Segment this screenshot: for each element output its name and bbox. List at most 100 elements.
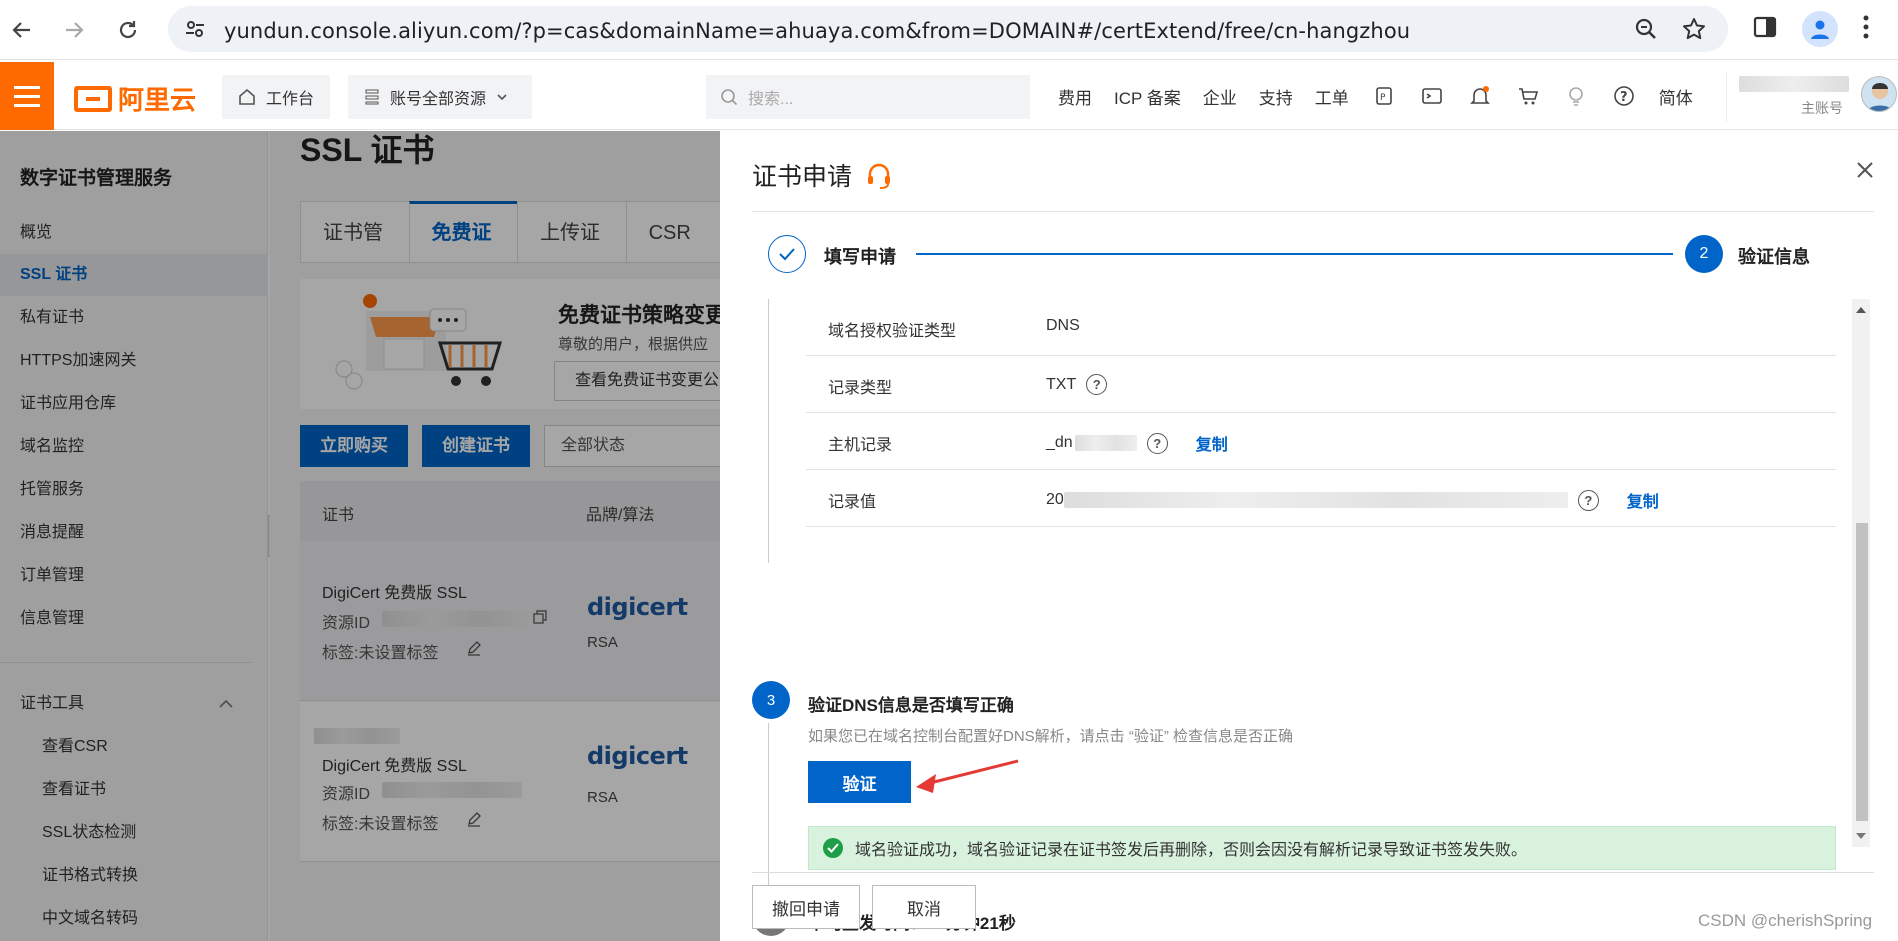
record-value: TXT ? [1046, 374, 1108, 395]
record-value: _dn ? 复制 [1046, 431, 1228, 455]
record-row: 记录类型 TXT ? [806, 356, 1836, 413]
reload-icon[interactable] [110, 12, 146, 48]
help-icon[interactable]: ? [1086, 374, 1108, 395]
scroll-thumb[interactable] [1856, 523, 1868, 821]
resource-selector-label: 账号全部资源 [390, 91, 487, 108]
side-panel-icon[interactable] [1752, 14, 1778, 45]
close-icon[interactable] [1854, 157, 1876, 188]
address-bar[interactable]: yundun.console.aliyun.com/?p=cas&domainN… [168, 6, 1728, 52]
step-1-done [768, 235, 806, 273]
logo-mark-icon [74, 85, 112, 112]
step-vertical-line [768, 723, 769, 888]
modal-overlay[interactable] [0, 131, 720, 941]
svg-text:?: ? [1620, 90, 1628, 105]
api-icon[interactable]: P [1371, 83, 1397, 109]
link-billing[interactable]: 费用 [1058, 84, 1092, 109]
profile-icon[interactable] [1802, 11, 1838, 47]
svg-text:P: P [1380, 93, 1386, 103]
help-icon[interactable]: ? [1146, 432, 1168, 454]
workbench-button[interactable]: 工作台 [222, 75, 331, 119]
link-icp[interactable]: ICP 备案 [1114, 84, 1181, 109]
cert-apply-drawer: 证书申请 填写申请 2 验证信息 域名授权验证类型 DNS 记录类型 TXT ? [720, 131, 1898, 941]
headset-icon[interactable] [864, 160, 894, 190]
account-name-blurred [1739, 76, 1849, 92]
dns-record-table: 域名授权验证类型 DNS 记录类型 TXT ? 主机记录 _dn ? 复制 记录… [806, 299, 1836, 527]
workbench-label: 工作台 [266, 91, 315, 108]
progress-steps: 填写申请 2 验证信息 [768, 231, 1868, 275]
watermark: CSDN @cherishSpring [1698, 911, 1873, 930]
record-row: 域名授权验证类型 DNS [806, 299, 1836, 356]
step-3-title: 验证DNS信息是否填写正确 [808, 696, 1014, 715]
record-key: 主机记录 [828, 437, 893, 454]
step-3-number: 3 [752, 681, 790, 719]
scroll-up-icon[interactable] [1856, 307, 1866, 313]
step-3-description: 如果您已在域名控制台配置好DNS解析，请点击 “验证” 检查信息是否正确 [808, 728, 1293, 745]
record-key: 记录值 [828, 494, 877, 511]
forward-icon[interactable] [56, 12, 92, 48]
bookmark-star-icon[interactable] [1682, 17, 1706, 46]
drawer-title: 证书申请 [752, 157, 894, 193]
step-2-label: 验证信息 [1738, 247, 1810, 267]
step-connector [916, 253, 1673, 255]
browser-menu-icon[interactable] [1862, 14, 1870, 45]
record-value: 20 ? 复制 [1046, 488, 1659, 512]
copy-host-record-button[interactable]: 复制 [1196, 431, 1228, 455]
zoom-icon[interactable] [1634, 17, 1658, 46]
account-menu[interactable]: 主账号 [1726, 72, 1898, 122]
browser-toolbar: yundun.console.aliyun.com/?p=cas&domainN… [0, 0, 1898, 60]
bell-icon[interactable] [1467, 83, 1493, 109]
chevron-down-icon [497, 94, 507, 101]
drawer-scroll-area: 域名授权验证类型 DNS 记录类型 TXT ? 主机记录 _dn ? 复制 记录… [752, 299, 1867, 936]
cancel-button[interactable]: 取消 [872, 885, 976, 929]
host-record-blurred [1074, 435, 1137, 451]
aliyun-logo[interactable]: 阿里云 [74, 80, 196, 117]
cart-icon[interactable] [1515, 83, 1541, 109]
record-key: 域名授权验证类型 [828, 323, 957, 340]
drawer-scrollbar[interactable] [1852, 299, 1870, 847]
record-value-text: TXT [1046, 375, 1077, 393]
home-icon [239, 88, 255, 105]
success-check-icon [823, 838, 843, 858]
site-settings-icon[interactable] [184, 18, 206, 45]
success-message: 域名验证成功，域名验证记录在证书签发后再删除，否则会因没有解析记录导致证书签发失… [855, 842, 1528, 859]
record-key: 记录类型 [828, 380, 893, 397]
menu-icon[interactable] [0, 62, 54, 130]
terminal-icon[interactable] [1419, 83, 1445, 109]
search-icon [721, 89, 738, 106]
record-value-blurred [1063, 492, 1568, 508]
scroll-down-icon[interactable] [1856, 833, 1866, 839]
lightbulb-icon[interactable] [1563, 83, 1589, 109]
header-links: 费用 ICP 备案 企业 支持 工单 P ? 简体 [1058, 62, 1693, 130]
help-icon[interactable]: ? [1577, 489, 1599, 511]
link-ticket[interactable]: 工单 [1315, 84, 1349, 109]
withdraw-button[interactable]: 撤回申请 [752, 885, 860, 929]
copy-record-value-button[interactable]: 复制 [1627, 488, 1659, 512]
success-alert: 域名验证成功，域名验证记录在证书签发后再删除，否则会因没有解析记录导致证书签发失… [808, 826, 1836, 870]
verify-button[interactable]: 验证 [808, 761, 911, 803]
footer-divider [752, 872, 1874, 873]
account-label: 主账号 [1801, 100, 1843, 116]
link-enterprise[interactable]: 企业 [1203, 84, 1237, 109]
avatar[interactable] [1861, 76, 1897, 112]
language-switch[interactable]: 简体 [1659, 84, 1693, 109]
record-value-text: DNS [1046, 317, 1080, 334]
drawer-title-text: 证书申请 [752, 163, 853, 191]
search-placeholder: 搜索... [748, 91, 794, 108]
back-icon[interactable] [4, 12, 40, 48]
record-value: DNS [1046, 317, 1080, 335]
step-vertical-line [768, 299, 769, 563]
console-search[interactable]: 搜索... [706, 75, 1030, 119]
record-row: 主机记录 _dn ? 复制 [806, 413, 1836, 470]
record-value-text: 20 [1046, 491, 1064, 508]
link-support[interactable]: 支持 [1259, 84, 1293, 109]
console-header: 阿里云 工作台 账号全部资源 搜索... 费用 ICP 备案 企业 支持 工单 … [0, 62, 1898, 130]
list-icon [365, 89, 379, 105]
red-arrow-annotation [916, 759, 1019, 793]
url-text[interactable]: yundun.console.aliyun.com/?p=cas&domainN… [224, 19, 1410, 43]
help-icon[interactable]: ? [1611, 83, 1637, 109]
resource-selector[interactable]: 账号全部资源 [348, 75, 532, 119]
step-2-number: 2 [1685, 235, 1723, 273]
record-row: 记录值 20 ? 复制 [806, 470, 1836, 527]
record-value-text: _dn [1046, 434, 1073, 451]
step-1-label: 填写申请 [824, 247, 896, 267]
